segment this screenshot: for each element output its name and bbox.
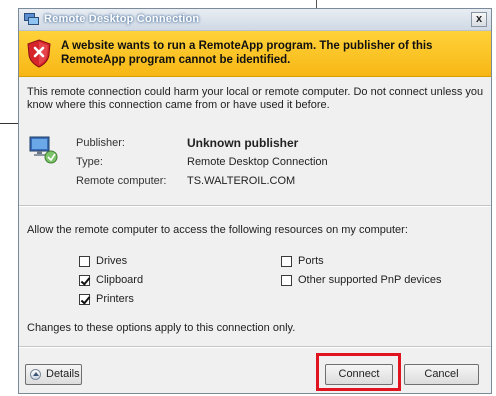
- publisher-label: Publisher:: [76, 137, 125, 149]
- drives-checkbox[interactable]: [79, 256, 90, 267]
- printers-label[interactable]: Printers: [96, 293, 134, 305]
- pnp-devices-label[interactable]: Other supported PnP devices: [298, 274, 442, 286]
- clipboard-checkbox[interactable]: [79, 275, 90, 286]
- security-warning-banner: A website wants to run a RemoteApp progr…: [19, 31, 491, 77]
- resources-prompt: Allow the remote computer to access the …: [27, 224, 408, 236]
- details-label: Details: [46, 368, 80, 380]
- connect-button[interactable]: Connect: [325, 364, 393, 385]
- remote-desktop-connection-dialog: Remote Desktop Connection x A website wa…: [18, 8, 492, 394]
- security-warning-shield-icon: [27, 39, 51, 68]
- section-divider: [19, 205, 491, 207]
- warning-line-1: A website wants to run a RemoteApp progr…: [61, 40, 433, 52]
- drives-label[interactable]: Drives: [96, 255, 127, 267]
- ports-checkbox[interactable]: [281, 256, 292, 267]
- type-label: Type:: [76, 156, 103, 168]
- cancel-button[interactable]: Cancel: [404, 364, 479, 385]
- callout-line: [0, 123, 18, 124]
- remote-computer-value: TS.WALTEROIL.COM: [187, 175, 296, 187]
- publisher-value: Unknown publisher: [187, 136, 299, 150]
- title-bar[interactable]: Remote Desktop Connection x: [19, 9, 491, 31]
- remote-desktop-computer-icon: [29, 136, 58, 164]
- close-icon: x: [475, 13, 483, 25]
- changes-note: Changes to these options apply to this c…: [27, 322, 296, 334]
- pnp-devices-checkbox[interactable]: [281, 275, 292, 286]
- risk-description: This remote connection could harm your l…: [27, 86, 484, 111]
- type-value: Remote Desktop Connection: [187, 156, 328, 168]
- warning-line-2: RemoteApp program cannot be identified.: [61, 54, 291, 66]
- details-button[interactable]: Details: [25, 364, 82, 385]
- expand-up-icon: [30, 369, 41, 380]
- clipboard-label[interactable]: Clipboard: [96, 274, 143, 286]
- footer-divider: [19, 346, 491, 348]
- close-button[interactable]: x: [471, 12, 487, 27]
- warning-message: A website wants to run a RemoteApp progr…: [61, 39, 471, 67]
- remote-computer-label: Remote computer:: [76, 175, 167, 187]
- printers-checkbox[interactable]: [79, 294, 90, 305]
- window-title: Remote Desktop Connection: [44, 13, 200, 25]
- remote-desktop-app-icon: [24, 13, 39, 25]
- ports-label[interactable]: Ports: [298, 255, 324, 267]
